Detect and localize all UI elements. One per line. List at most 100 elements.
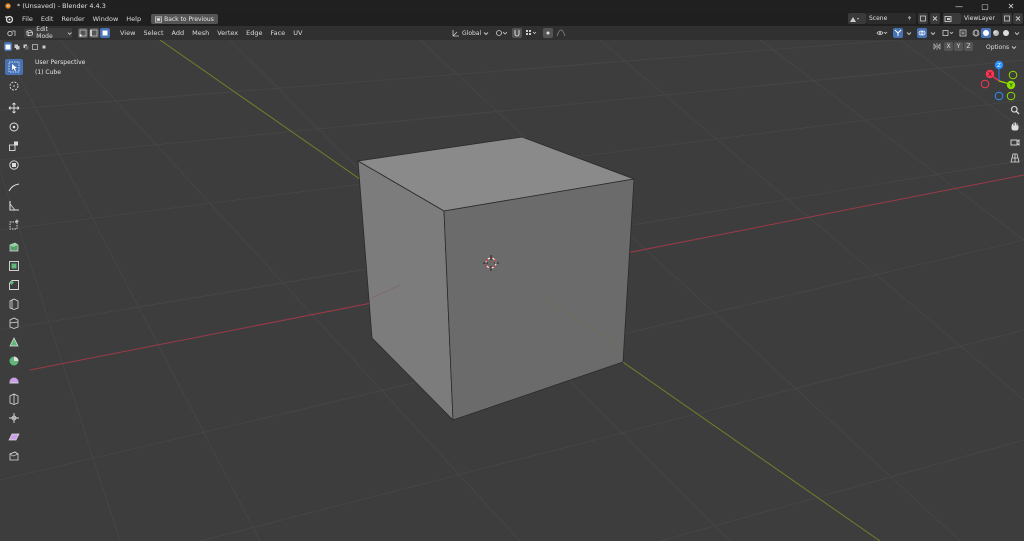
- gizmo-y-negative[interactable]: [1006, 91, 1016, 101]
- mode-selector[interactable]: Edit Mode: [24, 26, 72, 40]
- new-scene-button[interactable]: [918, 13, 928, 24]
- menu-face[interactable]: Face: [266, 29, 289, 37]
- gizmo-z-negative[interactable]: [994, 91, 1004, 101]
- back-to-previous-button[interactable]: Back to Previous: [151, 14, 218, 24]
- shear-icon: [8, 433, 20, 441]
- tool-move[interactable]: [5, 100, 23, 116]
- tool-inset-faces[interactable]: [5, 258, 23, 274]
- editor-type-button[interactable]: [4, 28, 20, 38]
- tool-annotate[interactable]: [5, 179, 23, 195]
- show-overlays-toggle[interactable]: [917, 28, 927, 38]
- snap-target-selector[interactable]: [523, 28, 539, 38]
- tool-spin[interactable]: [5, 353, 23, 369]
- tool-select-box[interactable]: [5, 59, 23, 75]
- render-layers-icon: [944, 15, 952, 22]
- view-layer-name-field[interactable]: ViewLayer: [961, 13, 1001, 24]
- shading-material-button[interactable]: [991, 28, 1001, 38]
- shading-solid-button[interactable]: [981, 28, 991, 38]
- menu-edit[interactable]: Edit: [37, 15, 58, 23]
- tool-cursor[interactable]: [5, 78, 23, 94]
- scene-name-field[interactable]: Scene: [866, 13, 916, 24]
- perspective-toggle-button[interactable]: [1009, 152, 1021, 164]
- menu-uv[interactable]: UV: [289, 29, 306, 37]
- mirror-y-toggle[interactable]: Y: [954, 42, 963, 51]
- camera-view-button[interactable]: [1009, 136, 1021, 148]
- 3d-viewport[interactable]: [0, 40, 1024, 541]
- select-subtract-button[interactable]: [22, 42, 30, 51]
- view-layer-selector-button[interactable]: [943, 13, 961, 24]
- tool-transform[interactable]: [5, 157, 23, 173]
- mirror-z-toggle[interactable]: Z: [964, 42, 973, 51]
- tool-poly-build[interactable]: [5, 334, 23, 350]
- edge-select-mode-button[interactable]: [89, 28, 99, 38]
- blender-logo-icon[interactable]: [4, 14, 14, 24]
- show-gizmo-toggle[interactable]: [893, 28, 903, 38]
- new-view-layer-button[interactable]: [1002, 13, 1012, 24]
- mirror-options-icon[interactable]: [933, 42, 941, 51]
- tool-measure[interactable]: [5, 198, 23, 214]
- navigation-gizmo[interactable]: Z Y X: [978, 60, 1020, 102]
- mode-label: Edit Mode: [36, 26, 53, 40]
- magnet-icon: [514, 30, 520, 37]
- tool-knife[interactable]: [5, 315, 23, 331]
- menu-view[interactable]: View: [116, 29, 139, 37]
- view-layer-name-label: ViewLayer: [964, 15, 995, 22]
- tool-smooth[interactable]: [5, 372, 23, 388]
- menu-vertex[interactable]: Vertex: [213, 29, 242, 37]
- tool-loop-cut[interactable]: [5, 296, 23, 312]
- menu-window[interactable]: Window: [89, 15, 123, 23]
- face-select-mode-button[interactable]: [100, 28, 110, 38]
- tool-shrink-fatten[interactable]: [5, 410, 23, 426]
- select-set-icon: [5, 44, 11, 49]
- vertex-select-mode-button[interactable]: [78, 28, 88, 38]
- tool-bevel[interactable]: [5, 277, 23, 293]
- cube-mesh[interactable]: [356, 136, 636, 422]
- menu-edge[interactable]: Edge: [242, 29, 266, 37]
- menu-render[interactable]: Render: [57, 15, 88, 23]
- maximize-button[interactable]: ▢: [972, 0, 998, 12]
- object-types-visibility-button[interactable]: [874, 28, 890, 38]
- select-difference-button[interactable]: [31, 42, 39, 51]
- tool-edge-slide[interactable]: [5, 391, 23, 407]
- proportional-editing-toggle[interactable]: [543, 28, 553, 38]
- shading-rendered-button[interactable]: [1001, 28, 1011, 38]
- mesh-edit-overlays-button[interactable]: [940, 28, 956, 38]
- options-dropdown[interactable]: Options: [986, 42, 1020, 52]
- tool-rip-region[interactable]: [5, 448, 23, 464]
- menu-help[interactable]: Help: [122, 15, 145, 23]
- tool-shear[interactable]: [5, 429, 23, 445]
- close-button[interactable]: ✕: [998, 0, 1024, 12]
- select-extend-button[interactable]: [13, 42, 21, 51]
- select-intersect-button[interactable]: [40, 42, 48, 51]
- scene-selector-button[interactable]: [848, 13, 866, 24]
- menu-add[interactable]: Add: [168, 29, 189, 37]
- xray-toggle[interactable]: [958, 28, 968, 38]
- pivot-point-selector[interactable]: [493, 28, 509, 38]
- minimize-button[interactable]: —: [946, 0, 972, 12]
- tool-scale[interactable]: [5, 138, 23, 154]
- mirror-x-toggle[interactable]: X: [944, 42, 953, 51]
- mirror-axis-toggles: X Y Z: [944, 42, 974, 51]
- menu-file[interactable]: File: [18, 15, 37, 23]
- transform-orientation-selector[interactable]: Global: [450, 28, 490, 38]
- menu-select[interactable]: Select: [139, 29, 167, 37]
- snap-toggle[interactable]: [512, 28, 522, 38]
- overlay-options-button[interactable]: [928, 28, 938, 38]
- menu-mesh[interactable]: Mesh: [188, 29, 213, 37]
- proportional-falloff-selector[interactable]: [554, 28, 568, 38]
- gizmo-options-button[interactable]: [904, 28, 914, 38]
- select-new-button[interactable]: [4, 42, 12, 51]
- gizmo-x-negative[interactable]: [980, 79, 990, 89]
- gizmo-x-label: X: [988, 72, 992, 78]
- pan-button[interactable]: [1009, 120, 1021, 132]
- delete-scene-button[interactable]: [930, 13, 940, 24]
- tool-add-cube[interactable]: [5, 217, 23, 233]
- zoom-button[interactable]: [1009, 104, 1021, 116]
- tool-extrude-region[interactable]: [5, 239, 23, 255]
- shading-wireframe-button[interactable]: [971, 28, 981, 38]
- delete-view-layer-button[interactable]: [1013, 13, 1023, 24]
- select-subtract-icon: [23, 44, 29, 49]
- tool-rotate[interactable]: [5, 119, 23, 135]
- shading-options-button[interactable]: [1012, 28, 1022, 38]
- viewport-header: Edit Mode View Select Add Mesh Vertex Ed…: [0, 26, 1024, 40]
